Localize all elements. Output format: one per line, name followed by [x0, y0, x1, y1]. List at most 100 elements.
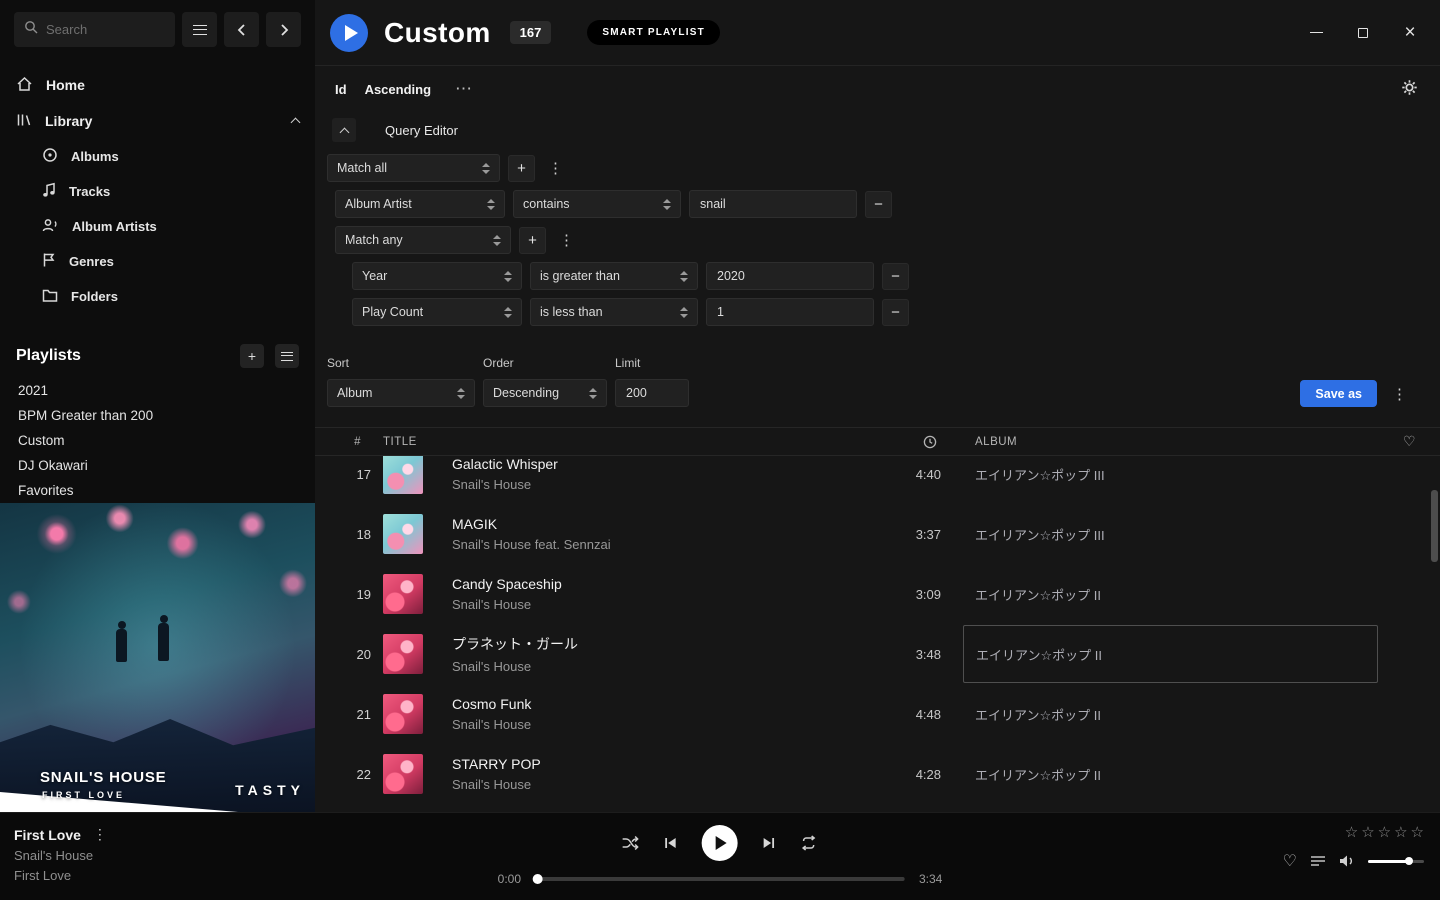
query-rule-row: Album Artist contains − — [335, 190, 1440, 218]
volume-button[interactable] — [1339, 854, 1355, 868]
playlist-item[interactable]: Custom — [0, 428, 315, 453]
menu-button[interactable] — [182, 12, 217, 47]
rule-field-select[interactable]: Year — [352, 262, 522, 290]
playlist-list-button[interactable] — [275, 344, 299, 368]
search-input[interactable] — [46, 22, 156, 37]
add-rule-button[interactable]: + — [519, 227, 546, 254]
track-album[interactable]: エイリアン☆ポップ III — [941, 456, 1396, 504]
sort-field-button[interactable]: Id — [335, 82, 347, 97]
column-duration[interactable] — [871, 435, 941, 449]
rule-group-menu-button[interactable]: ⋮ — [543, 159, 568, 177]
playlist-item[interactable]: DJ Okawari — [0, 453, 315, 478]
back-button[interactable] — [224, 12, 259, 47]
remove-rule-button[interactable]: − — [882, 263, 909, 290]
playlist-item[interactable]: 2021 — [0, 378, 315, 403]
column-album[interactable]: ALBUM — [941, 436, 1396, 448]
match-type-select[interactable]: Match any — [335, 226, 511, 254]
repeat-button[interactable] — [800, 835, 818, 851]
rule-operator-select[interactable]: is greater than — [530, 262, 698, 290]
next-button[interactable] — [761, 835, 777, 851]
sidebar-item-library[interactable]: Library — [0, 103, 315, 139]
save-menu-button[interactable]: ⋮ — [1387, 385, 1412, 403]
sidebar-item-genres[interactable]: Genres — [0, 244, 315, 279]
shuffle-button[interactable] — [622, 835, 640, 851]
sidebar-item-tracks[interactable]: Tracks — [0, 174, 315, 209]
now-playing-artist[interactable]: Snail's House — [14, 848, 107, 863]
seek-bar[interactable] — [535, 877, 905, 881]
limit-input[interactable] — [615, 379, 689, 407]
table-row[interactable]: 18 MAGIK Snail's House feat. Sennzai 3:3… — [315, 504, 1440, 564]
column-index[interactable]: # — [315, 436, 371, 448]
star-icon[interactable]: ☆ — [1394, 823, 1407, 841]
rule-field-select[interactable]: Album Artist — [335, 190, 505, 218]
table-row[interactable]: 19 Candy Spaceship Snail's House 3:09 エイ… — [315, 564, 1440, 624]
track-album[interactable]: エイリアン☆ポップ III — [941, 504, 1396, 564]
remove-rule-button[interactable]: − — [882, 299, 909, 326]
track-number: 21 — [315, 707, 371, 722]
track-title: Galactic Whisper — [452, 456, 871, 472]
rule-value-input[interactable] — [689, 190, 857, 218]
track-album[interactable]: エイリアン☆ポップ II — [941, 684, 1396, 744]
track-artist: Snail's House — [452, 777, 871, 792]
favorite-button[interactable]: ♡ — [1283, 851, 1297, 871]
seek-handle[interactable] — [533, 874, 543, 884]
sidebar-item-album-artists[interactable]: Album Artists — [0, 209, 315, 244]
rule-field-select[interactable]: Play Count — [352, 298, 522, 326]
add-rule-button[interactable]: + — [508, 155, 535, 182]
star-icon[interactable]: ☆ — [1411, 823, 1424, 841]
forward-button[interactable] — [266, 12, 301, 47]
previous-button[interactable] — [663, 835, 679, 851]
now-playing-menu-button[interactable]: ⋮ — [93, 826, 107, 843]
sort-select[interactable]: Album — [327, 379, 475, 407]
page-title: Custom — [384, 17, 491, 49]
order-select[interactable]: Descending — [483, 379, 607, 407]
track-album[interactable]: エイリアン☆ポップ II — [941, 564, 1396, 624]
scrollbar[interactable] — [1431, 490, 1438, 562]
collapse-query-editor-button[interactable] — [332, 118, 356, 142]
minimize-button[interactable] — [1308, 25, 1324, 41]
table-row[interactable]: 22 STARRY POP Snail's House 4:28 エイリアン☆ポ… — [315, 744, 1440, 804]
track-album-focused[interactable]: エイリアン☆ポップ II — [963, 625, 1378, 683]
sidebar-item-label: Library — [45, 113, 92, 129]
now-playing-artwork[interactable]: SNAIL'S HOUSE FIRST LOVE TASTY — [0, 503, 315, 812]
playlist-item[interactable]: BPM Greater than 200 — [0, 403, 315, 428]
playlist-play-button[interactable] — [330, 14, 368, 52]
now-playing-title[interactable]: First Love — [14, 827, 81, 843]
add-playlist-button[interactable]: + — [240, 344, 264, 368]
settings-button[interactable] — [1401, 79, 1418, 99]
table-row[interactable]: 21 Cosmo Funk Snail's House 4:48 エイリアン☆ポ… — [315, 684, 1440, 744]
rule-operator-select[interactable]: is less than — [530, 298, 698, 326]
star-icon[interactable]: ☆ — [1345, 823, 1358, 841]
table-row[interactable]: 17 Galactic Whisper Snail's House 4:40 エ… — [315, 456, 1440, 504]
sidebar-item-home[interactable]: Home — [0, 67, 315, 103]
queue-button[interactable] — [1310, 854, 1326, 868]
table-row[interactable]: 20 プラネット・ガール Snail's House 3:48 エイリアン☆ポッ… — [315, 624, 1440, 684]
save-as-button[interactable]: Save as — [1300, 380, 1377, 407]
sidebar-item-label: Album Artists — [72, 219, 157, 234]
track-album[interactable]: エイリアン☆ポップ II — [941, 744, 1396, 804]
search-box[interactable] — [14, 12, 175, 47]
star-icon[interactable]: ☆ — [1378, 823, 1391, 841]
playlist-item[interactable]: Favorites — [0, 478, 315, 503]
volume-slider[interactable] — [1368, 860, 1424, 863]
more-options-button[interactable]: ⋯ — [455, 79, 472, 99]
volume-handle[interactable] — [1405, 857, 1413, 865]
close-button[interactable]: × — [1402, 25, 1418, 41]
maximize-button[interactable] — [1355, 25, 1371, 41]
match-type-select[interactable]: Match all — [327, 154, 500, 182]
rule-value-input[interactable] — [706, 262, 874, 290]
rule-group-menu-button[interactable]: ⋮ — [554, 231, 579, 249]
rule-operator-select[interactable]: contains — [513, 190, 681, 218]
column-favorite[interactable]: ♡ — [1396, 433, 1440, 450]
column-title[interactable]: TITLE — [371, 436, 871, 448]
now-playing-album[interactable]: First Love — [14, 868, 107, 883]
play-pause-button[interactable] — [702, 825, 738, 861]
artwork-title-text: FIRST LOVE — [42, 790, 125, 800]
sidebar-item-albums[interactable]: Albums — [0, 139, 315, 174]
sidebar-item-folders[interactable]: Folders — [0, 279, 315, 314]
rule-value-input[interactable] — [706, 298, 874, 326]
track-title: プラネット・ガール — [452, 634, 871, 654]
star-icon[interactable]: ☆ — [1361, 823, 1374, 841]
sort-direction-button[interactable]: Ascending — [365, 82, 431, 97]
remove-rule-button[interactable]: − — [865, 191, 892, 218]
